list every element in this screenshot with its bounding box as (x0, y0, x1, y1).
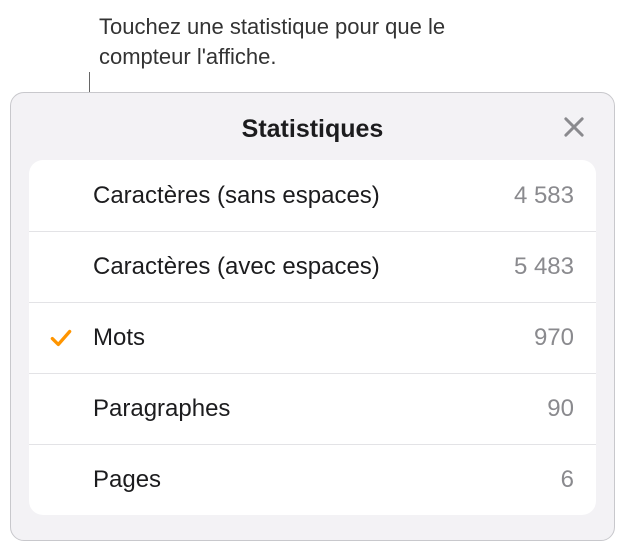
checkmark-icon (48, 325, 74, 351)
stat-row-pages[interactable]: Pages 6 (29, 444, 596, 515)
stat-value: 970 (534, 324, 574, 352)
stat-label: Mots (93, 324, 534, 352)
check-slot (29, 325, 93, 351)
stat-value: 90 (547, 395, 574, 423)
close-button[interactable] (560, 113, 588, 141)
stat-row-characters-with-spaces[interactable]: Caractères (avec espaces) 5 483 (29, 231, 596, 302)
panel-title: Statistiques (29, 115, 596, 144)
stat-row-words[interactable]: Mots 970 (29, 302, 596, 373)
stat-label: Pages (93, 466, 561, 494)
stat-value: 5 483 (514, 253, 574, 281)
panel-header: Statistiques (29, 109, 596, 160)
callout-text: Touchez une statistique pour que le comp… (99, 12, 499, 71)
stat-value: 4 583 (514, 182, 574, 210)
stat-label: Caractères (sans espaces) (93, 182, 514, 210)
stat-label: Paragraphes (93, 395, 547, 423)
stat-row-paragraphs[interactable]: Paragraphes 90 (29, 373, 596, 444)
statistics-panel: Statistiques Caractères (sans espaces) 4… (10, 92, 615, 541)
stat-row-characters-no-spaces[interactable]: Caractères (sans espaces) 4 583 (29, 160, 596, 231)
statistics-list: Caractères (sans espaces) 4 583 Caractèr… (29, 160, 596, 515)
stat-value: 6 (561, 466, 574, 494)
stat-label: Caractères (avec espaces) (93, 253, 514, 281)
close-icon (560, 113, 588, 141)
